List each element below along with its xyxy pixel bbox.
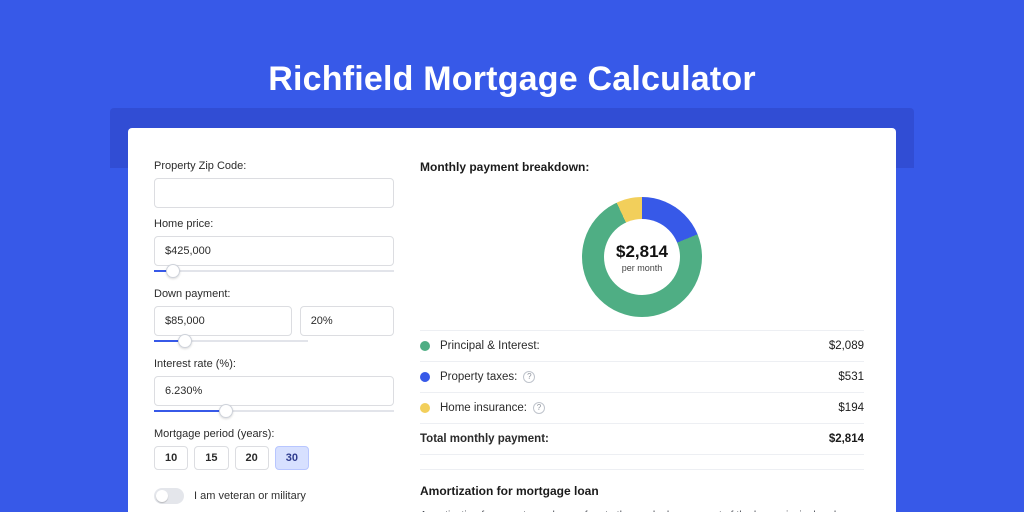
period-segmented: 1015 2030 [154, 446, 394, 470]
down-payment-pct-input[interactable]: 20% [300, 306, 394, 336]
interest-input[interactable]: 6.230% [154, 376, 394, 406]
donut-chart: $2,814 per month [582, 197, 702, 317]
donut-amount: $2,814 [616, 242, 668, 262]
legend-label: Home insurance: [440, 402, 527, 414]
home-price-label: Home price: [154, 218, 394, 230]
amortization-text: Amortization for a mortgage loan refers … [420, 508, 864, 512]
slider-thumb[interactable] [166, 264, 180, 278]
veteran-label: I am veteran or military [194, 490, 306, 502]
legend-value: $531 [838, 371, 864, 383]
legend-dot [420, 403, 430, 413]
interest-slider[interactable] [154, 404, 394, 418]
veteran-toggle[interactable] [154, 488, 184, 504]
legend-row: Property taxes:? $531 [420, 362, 864, 393]
interest-label: Interest rate (%): [154, 358, 394, 370]
slider-thumb[interactable] [178, 334, 192, 348]
donut-center: $2,814 per month [604, 219, 680, 295]
legend-dot [420, 341, 430, 351]
legend-total-label: Total monthly payment: [420, 433, 549, 445]
breakdown-column: Monthly payment breakdown: $2,814 per mo… [420, 154, 864, 512]
legend-value: $194 [838, 402, 864, 414]
legend-label: Property taxes: [440, 371, 517, 383]
legend-value: $2,089 [829, 340, 864, 352]
down-payment-slider[interactable] [154, 334, 308, 348]
legend-row: Principal & Interest: $2,089 [420, 331, 864, 362]
legend-dot [420, 372, 430, 382]
period-option-20[interactable]: 20 [235, 446, 269, 470]
zip-label: Property Zip Code: [154, 160, 394, 172]
period-option-15[interactable]: 15 [194, 446, 228, 470]
legend-total-row: Total monthly payment: $2,814 [420, 424, 864, 455]
breakdown-title: Monthly payment breakdown: [420, 160, 864, 174]
info-icon[interactable]: ? [523, 371, 535, 383]
page-title: Richfield Mortgage Calculator [0, 60, 1024, 99]
legend: Principal & Interest: $2,089 Property taxe… [420, 330, 864, 455]
period-option-30[interactable]: 30 [275, 446, 309, 470]
amortization-heading: Amortization for mortgage loan [420, 484, 864, 498]
legend-total-value: $2,814 [829, 433, 864, 445]
donut-chart-wrap: $2,814 per month [420, 184, 864, 330]
down-payment-input[interactable]: $85,000 [154, 306, 292, 336]
veteran-row: I am veteran or military [154, 488, 394, 504]
zip-input[interactable] [154, 178, 394, 208]
slider-thumb[interactable] [219, 404, 233, 418]
down-payment-label: Down payment: [154, 288, 394, 300]
home-price-input[interactable]: $425,000 [154, 236, 394, 266]
home-price-slider[interactable] [154, 264, 394, 278]
period-option-10[interactable]: 10 [154, 446, 188, 470]
donut-caption: per month [622, 263, 663, 273]
info-icon[interactable]: ? [533, 402, 545, 414]
calculator-card: Property Zip Code: Home price: $425,000 … [128, 128, 896, 512]
legend-label: Principal & Interest: [440, 340, 540, 352]
amortization-section: Amortization for mortgage loan Amortizat… [420, 469, 864, 512]
stage: Richfield Mortgage Calculator Property Z… [0, 0, 1024, 512]
form-column: Property Zip Code: Home price: $425,000 … [154, 154, 394, 512]
legend-row: Home insurance:? $194 [420, 393, 864, 424]
period-label: Mortgage period (years): [154, 428, 394, 440]
